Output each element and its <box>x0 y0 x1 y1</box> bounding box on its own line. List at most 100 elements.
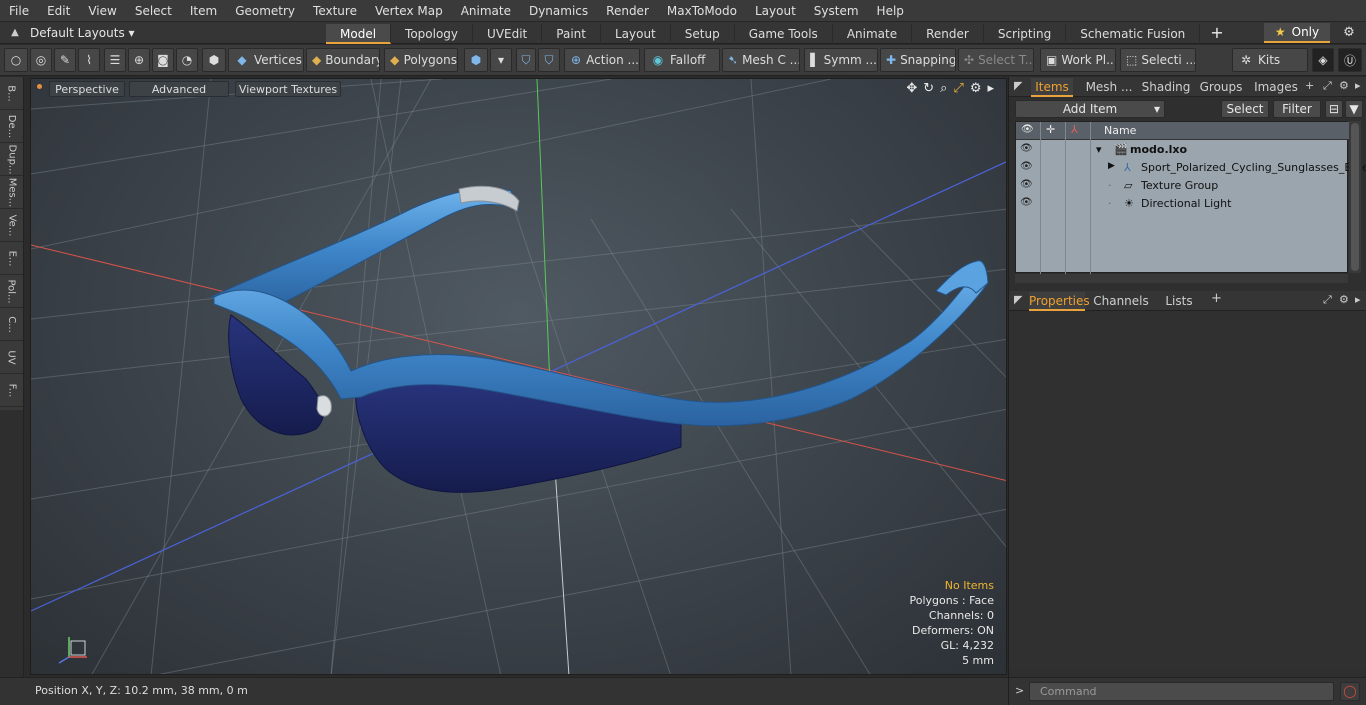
tab-topology[interactable]: Topology <box>391 23 474 44</box>
expand-arrow-icon[interactable]: ▾ <box>1096 143 1102 156</box>
sym-a-button[interactable]: ⛉ <box>516 48 536 72</box>
select-through-button[interactable]: ✣ Select T... <box>958 48 1034 72</box>
select-button[interactable]: Select <box>1221 100 1269 118</box>
rotate-view-icon[interactable]: ↻ <box>923 81 934 96</box>
selection-sets-button[interactable]: ⬚ Selecti ... <box>1120 48 1196 72</box>
boundary-button[interactable]: ◆ Boundary <box>306 48 380 72</box>
tab-mesh[interactable]: Mesh ... <box>1081 78 1137 97</box>
advanced-button[interactable]: Advanced <box>129 81 229 97</box>
polygons-button[interactable]: ◆ Polygons <box>384 48 458 72</box>
menu-view[interactable]: View <box>79 0 125 22</box>
globe-button[interactable]: ◎ <box>30 48 52 72</box>
panel-gear-icon[interactable]: ⚙ <box>1339 293 1349 306</box>
select-circle-button[interactable]: ○ <box>4 48 28 72</box>
pen-button[interactable]: ✎ <box>54 48 76 72</box>
gear-icon[interactable]: ⚙ <box>1338 22 1360 44</box>
fit-view-icon[interactable]: ⤢ <box>953 81 963 96</box>
menu-system[interactable]: System <box>805 0 868 22</box>
mesh-constraint-button[interactable]: ➷ Mesh C ... <box>722 48 800 72</box>
tab-setup[interactable]: Setup <box>671 23 735 44</box>
name-column-header[interactable]: Name <box>1104 124 1136 137</box>
viewport-settings-icon[interactable]: ⚙ <box>970 81 982 96</box>
material-button[interactable]: ⬢ <box>464 48 488 72</box>
brush-button[interactable]: ⌇ <box>78 48 100 72</box>
items-vertical-scrollbar[interactable] <box>1349 121 1361 273</box>
menu-help[interactable]: Help <box>868 0 913 22</box>
tab-lists[interactable]: Lists <box>1155 292 1203 311</box>
list-item-texture-group[interactable]: 👁 · ▱ Texture Group <box>1016 177 1349 195</box>
tab-properties[interactable]: Properties <box>1029 292 1090 311</box>
tab-channels[interactable]: Channels <box>1093 292 1149 311</box>
zoom-view-icon[interactable]: ⌕ <box>940 81 947 96</box>
menu-select[interactable]: Select <box>126 0 181 22</box>
menu-dynamics[interactable]: Dynamics <box>520 0 597 22</box>
panel-menu-icon[interactable]: ◤ <box>1014 293 1022 306</box>
left-tab-fusion[interactable]: F... <box>0 374 23 407</box>
tab-images[interactable]: Images <box>1251 78 1301 97</box>
eye-icon[interactable]: 👁 <box>1020 161 1033 172</box>
items-horizontal-scrollbar[interactable] <box>1015 274 1348 283</box>
menu-edit[interactable]: Edit <box>38 0 79 22</box>
eye-icon[interactable]: 👁 <box>1020 143 1033 154</box>
left-tab-vertex[interactable]: Ve... <box>0 209 23 242</box>
perspective-button[interactable]: Perspective <box>49 81 125 97</box>
frame-button[interactable]: ◙ <box>152 48 174 72</box>
tab-schematic-fusion[interactable]: Schematic Fusion <box>1066 23 1201 44</box>
action-center-button[interactable]: ⊕ Action ... <box>564 48 640 72</box>
3d-viewport[interactable]: Perspective Advanced Viewport Textures ✥… <box>30 78 1007 675</box>
tab-items[interactable]: Items <box>1031 78 1073 97</box>
collapse-button[interactable]: ⊟ <box>1325 100 1343 118</box>
eye-icon[interactable]: 👁 <box>1020 197 1033 208</box>
align-button[interactable]: ☰ <box>104 48 126 72</box>
viewport-menu-dot-icon[interactable] <box>37 84 42 89</box>
move-view-icon[interactable]: ✥ <box>906 81 917 96</box>
menu-render[interactable]: Render <box>597 0 658 22</box>
symmetry-button[interactable]: ▌ Symm ... <box>804 48 878 72</box>
panel-gear-icon[interactable]: ⚙ <box>1339 79 1349 92</box>
menu-geometry[interactable]: Geometry <box>226 0 304 22</box>
tab-render[interactable]: Render <box>912 23 984 44</box>
menu-file[interactable]: File <box>0 0 38 22</box>
menu-item[interactable]: Item <box>181 0 226 22</box>
vertices-button[interactable]: ◆ Vertices <box>228 48 304 72</box>
filter-button[interactable]: Filter <box>1273 100 1321 118</box>
item-mode-button[interactable]: ⬢ <box>202 48 226 72</box>
panel-menu-icon[interactable]: ◤ <box>1014 79 1022 92</box>
eye-icon[interactable]: 👁 <box>1020 179 1033 190</box>
command-input[interactable]: Command <box>1029 682 1334 701</box>
record-macro-button[interactable]: ◯ <box>1340 682 1360 701</box>
left-tab-basic[interactable]: B... <box>0 77 23 110</box>
left-tab-mesh-edit[interactable]: Mes... <box>0 176 23 209</box>
unreal-button[interactable]: Ⓤ <box>1338 48 1362 72</box>
expand-arrow-icon[interactable]: ▶ <box>1108 161 1115 171</box>
default-layouts-dropdown[interactable]: Default Layouts ▾ <box>30 26 135 40</box>
tab-paint[interactable]: Paint <box>542 23 601 44</box>
left-tab-edge[interactable]: E... <box>0 242 23 275</box>
falloff-button[interactable]: ◉ Falloff <box>644 48 720 72</box>
menu-vertex-map[interactable]: Vertex Map <box>366 0 452 22</box>
add-properties-tab-button[interactable]: + <box>1211 291 1222 306</box>
left-tab-uv[interactable]: UV <box>0 341 23 374</box>
left-tab-curve[interactable]: C... <box>0 308 23 341</box>
left-tab-polygon[interactable]: Pol... <box>0 275 23 308</box>
center-button[interactable]: ⊕ <box>128 48 150 72</box>
only-toggle[interactable]: ★ Only <box>1264 23 1330 43</box>
tab-layout[interactable]: Layout <box>601 23 671 44</box>
left-tab-duplicate[interactable]: Dup... <box>0 143 23 176</box>
panel-arrow-icon[interactable]: ▸ <box>1355 293 1361 306</box>
kits-button[interactable]: ✲ Kits <box>1232 48 1308 72</box>
menu-maxtomodo[interactable]: MaxToModo <box>658 0 746 22</box>
list-item-scene[interactable]: 👁 ▾ 🎬 modo.lxo <box>1016 141 1349 159</box>
menu-texture[interactable]: Texture <box>304 0 366 22</box>
layout-up-icon[interactable]: ▲ <box>0 27 30 38</box>
add-panel-tab-icon[interactable]: + <box>1305 79 1314 92</box>
panel-arrow-icon[interactable]: ▸ <box>1355 79 1361 92</box>
tab-shading[interactable]: Shading <box>1141 78 1191 97</box>
unity-button[interactable]: ◈ <box>1312 48 1334 72</box>
list-item-mesh[interactable]: 👁 ▶ ⅄ Sport_Polarized_Cycling_Sunglasses… <box>1016 159 1366 177</box>
menu-layout[interactable]: Layout <box>746 0 805 22</box>
funnel-button[interactable]: ▼ <box>1345 100 1363 118</box>
panel-expand-icon[interactable]: ⤢ <box>1323 293 1332 307</box>
list-item-light[interactable]: 👁 · ☀ Directional Light <box>1016 195 1349 213</box>
snapping-button[interactable]: ✚ Snapping <box>880 48 956 72</box>
